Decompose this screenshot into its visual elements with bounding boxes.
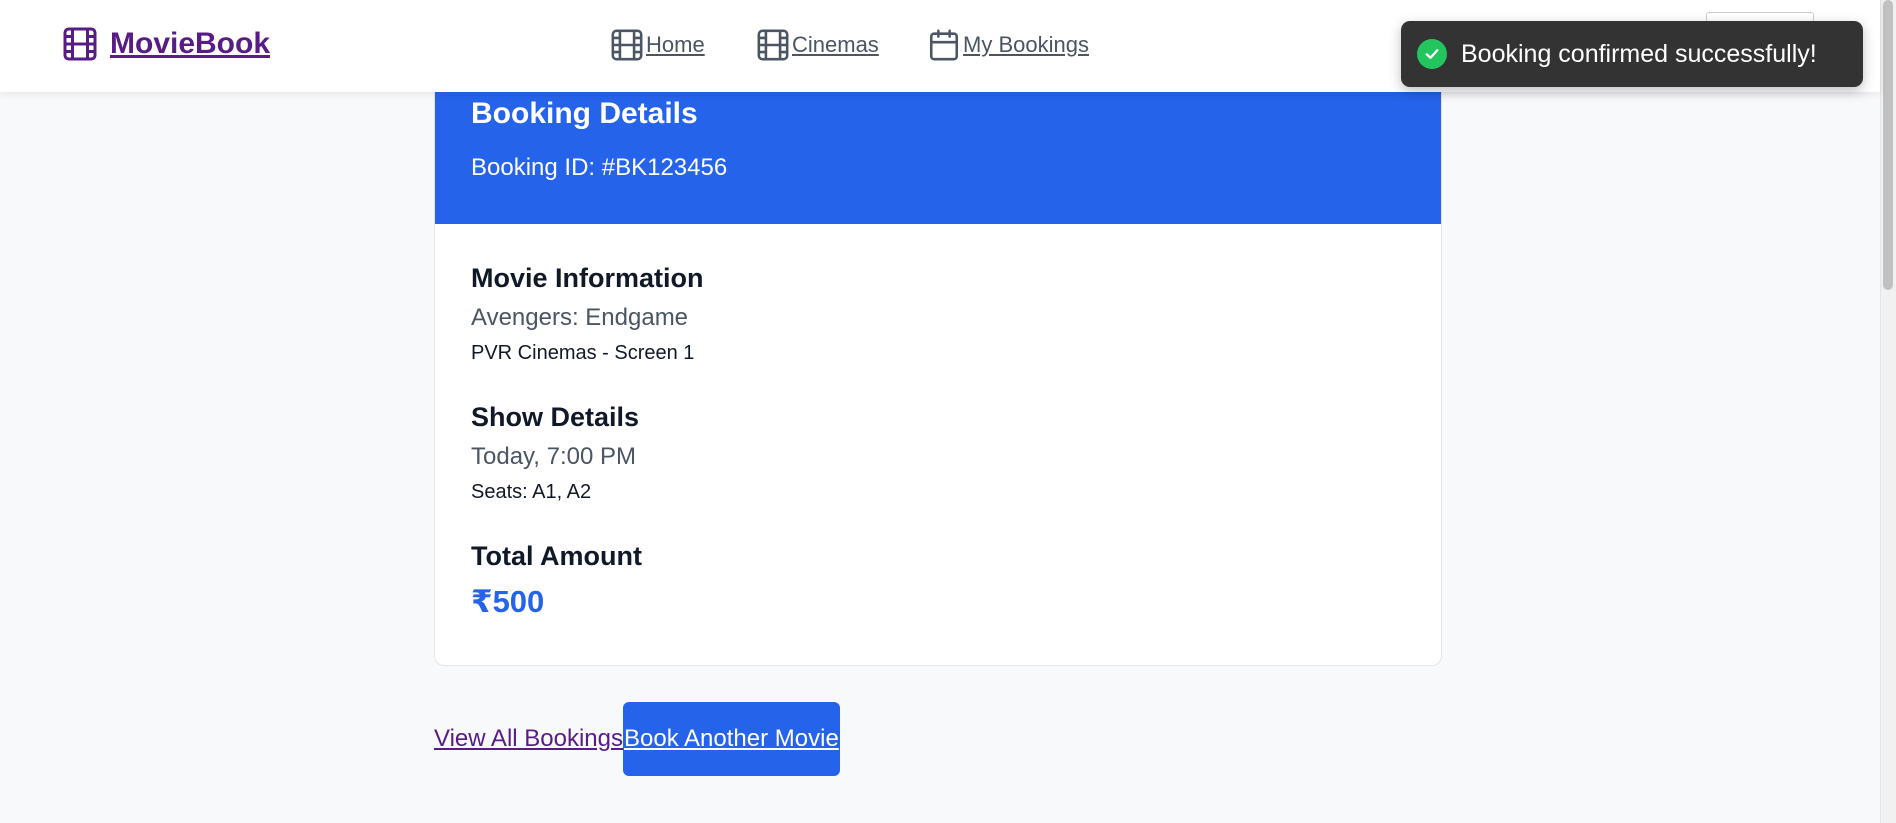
nav-home-label: Home (646, 32, 705, 57)
nav-my-bookings-label: My Bookings (963, 32, 1089, 57)
total-amount-value: ₹500 (471, 584, 545, 619)
total-amount-section: Total Amount ₹500 (471, 541, 642, 620)
nav-my-bookings[interactable]: My Bookings (927, 28, 1089, 62)
film-icon (757, 29, 789, 61)
nav-home[interactable]: Home (610, 28, 705, 62)
view-all-bookings-link[interactable]: View All Bookings (434, 725, 623, 753)
booking-card: Booking Details Booking ID: #BK123456 Mo… (434, 60, 1442, 666)
movie-information-section: Movie Information Avengers: Endgame PVR … (471, 263, 704, 365)
show-details-section: Show Details Today, 7:00 PM Seats: A1, A… (471, 402, 639, 504)
nav-cinemas-label: Cinemas (792, 32, 879, 57)
page-title: Booking Details (471, 97, 698, 130)
movie-name: Avengers: Endgame (471, 304, 689, 331)
book-another-movie-button[interactable]: Book Another Movie (623, 702, 840, 776)
film-icon (63, 27, 97, 61)
show-details-heading: Show Details (471, 402, 640, 432)
toast-message: Booking confirmed successfully! (1461, 39, 1817, 68)
toast-notification: Booking confirmed successfully! (1401, 21, 1863, 87)
booking-id: Booking ID: #BK123456 (471, 154, 728, 181)
movie-information-heading: Movie Information (471, 263, 704, 293)
booking-actions: View All Bookings Book Another Movie (434, 702, 840, 776)
check-circle-icon (1417, 39, 1447, 69)
scrollbar[interactable] (1880, 0, 1896, 823)
brand-name: MovieBook (110, 27, 271, 60)
calendar-icon (929, 29, 959, 61)
nav-cinemas[interactable]: Cinemas (756, 28, 879, 62)
brand-link[interactable]: MovieBook (62, 26, 270, 62)
movie-venue: PVR Cinemas - Screen 1 (471, 342, 695, 364)
show-time: Today, 7:00 PM (471, 443, 636, 470)
show-seats: Seats: A1, A2 (471, 481, 592, 503)
scrollbar-thumb[interactable] (1883, 0, 1893, 290)
total-amount-heading: Total Amount (471, 541, 642, 571)
film-icon (611, 29, 643, 61)
